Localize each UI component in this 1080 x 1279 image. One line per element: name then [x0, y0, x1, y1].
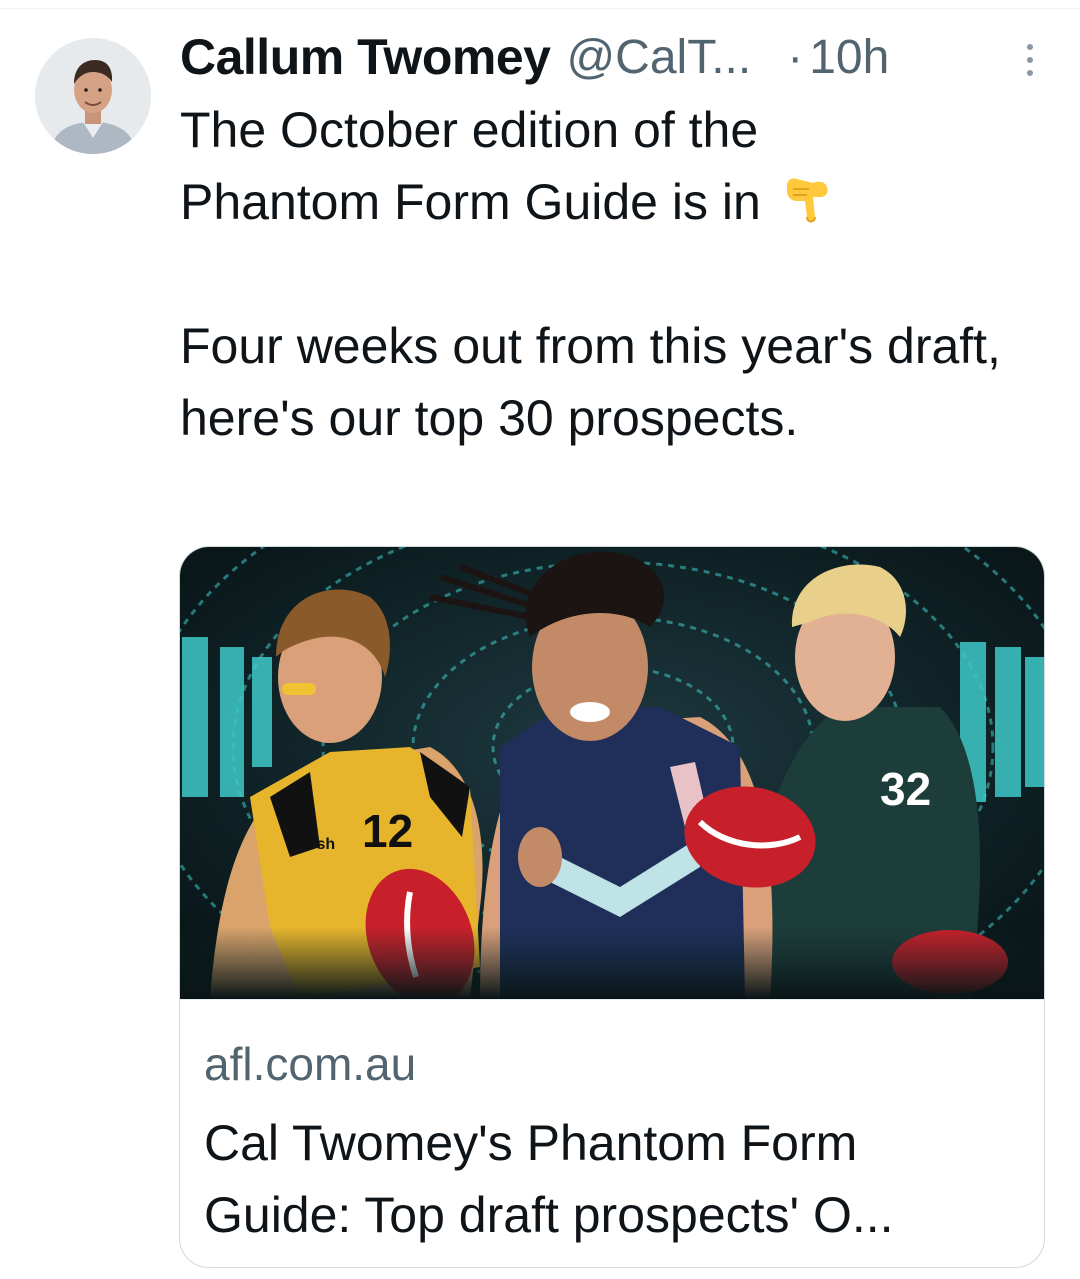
author-handle[interactable]: @CalT... — [566, 30, 751, 85]
sponsor-text: Marsh — [288, 836, 335, 853]
separator-dot: · — [787, 30, 804, 84]
author-avatar[interactable] — [35, 38, 151, 154]
top-divider — [0, 8, 1080, 9]
tweet-text-line-2: Phantom Form Guide is in — [180, 174, 761, 230]
tweet-text-paragraph-1: The October edition of the Phantom Form … — [180, 94, 1020, 238]
link-card-divider — [180, 999, 1044, 1000]
link-card[interactable]: 12 Marsh 32 afl.com.au Cal Twomey's Phan… — [179, 546, 1045, 1268]
player-number-32: 32 — [880, 763, 931, 815]
draft-prospects-image-icon: 12 Marsh 32 — [180, 547, 1044, 999]
player-number-12: 12 — [362, 805, 413, 857]
tweet-header: Callum Twomey @CalT... · 10h — [180, 24, 1050, 90]
author-display-name[interactable]: Callum Twomey — [180, 28, 551, 86]
more-vertical-icon[interactable] — [1010, 36, 1050, 84]
backhand-index-pointing-down-icon — [786, 178, 828, 223]
link-card-title[interactable]: Cal Twomey's Phantom Form Guide: Top dra… — [204, 1107, 1014, 1251]
tweet-text: The October edition of the Phantom Form … — [180, 94, 1020, 454]
profile-photo-icon — [35, 38, 151, 154]
tweet-text-paragraph-2: Four weeks out from this year's draft, h… — [180, 318, 1001, 446]
link-card-domain[interactable]: afl.com.au — [204, 1037, 416, 1091]
tweet-timestamp[interactable]: 10h — [809, 30, 889, 85]
link-card-image[interactable]: 12 Marsh 32 — [180, 547, 1044, 999]
tweet-text-line-1: The October edition of the — [180, 102, 759, 158]
